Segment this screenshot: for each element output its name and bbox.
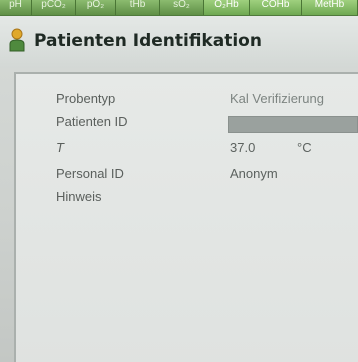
tab-po2[interactable]: pO₂ [76,0,116,15]
parameter-tab-strip: pH pCO₂ pO₂ tHb sO₂ O₂Hb COHb MetHb [0,0,358,16]
temperature-unit: °C [297,140,312,155]
tab-methb[interactable]: MetHb [302,0,358,15]
hinweis-label: Hinweis [56,189,102,204]
patienten-id-field[interactable] [228,116,358,133]
row-personal-id: Personal ID Anonym [16,166,358,186]
probentyp-label: Probentyp [56,91,116,106]
patienten-id-label: Patienten ID [56,114,128,129]
personal-id-value[interactable]: Anonym [230,166,278,181]
title-bar: Patienten Identifikation [0,16,358,68]
tab-thb[interactable]: tHb [116,0,160,15]
page-title: Patienten Identifikation [34,31,262,51]
tab-cohb[interactable]: COHb [250,0,302,15]
person-icon [9,28,25,52]
probentyp-value[interactable]: Kal Verifizierung [230,91,324,106]
row-probentyp: Probentyp Kal Verifizierung [16,91,358,111]
row-hinweis: Hinweis [16,189,358,209]
identification-panel: Probentyp Kal Verifizierung Patienten ID… [14,72,358,362]
personal-id-label: Personal ID [56,166,124,181]
row-temperature: T 37.0 °C [16,140,358,160]
tab-o2hb[interactable]: O₂Hb [204,0,250,15]
patient-identification-screen: pH pCO₂ pO₂ tHb sO₂ O₂Hb COHb MetHb Pati… [0,0,358,362]
tab-pco2[interactable]: pCO₂ [32,0,76,15]
row-patienten-id: Patienten ID [16,114,358,134]
temperature-value[interactable]: 37.0 [230,140,255,155]
temperature-label: T [56,140,64,155]
tab-ph[interactable]: pH [0,0,32,15]
tab-so2[interactable]: sO₂ [160,0,204,15]
